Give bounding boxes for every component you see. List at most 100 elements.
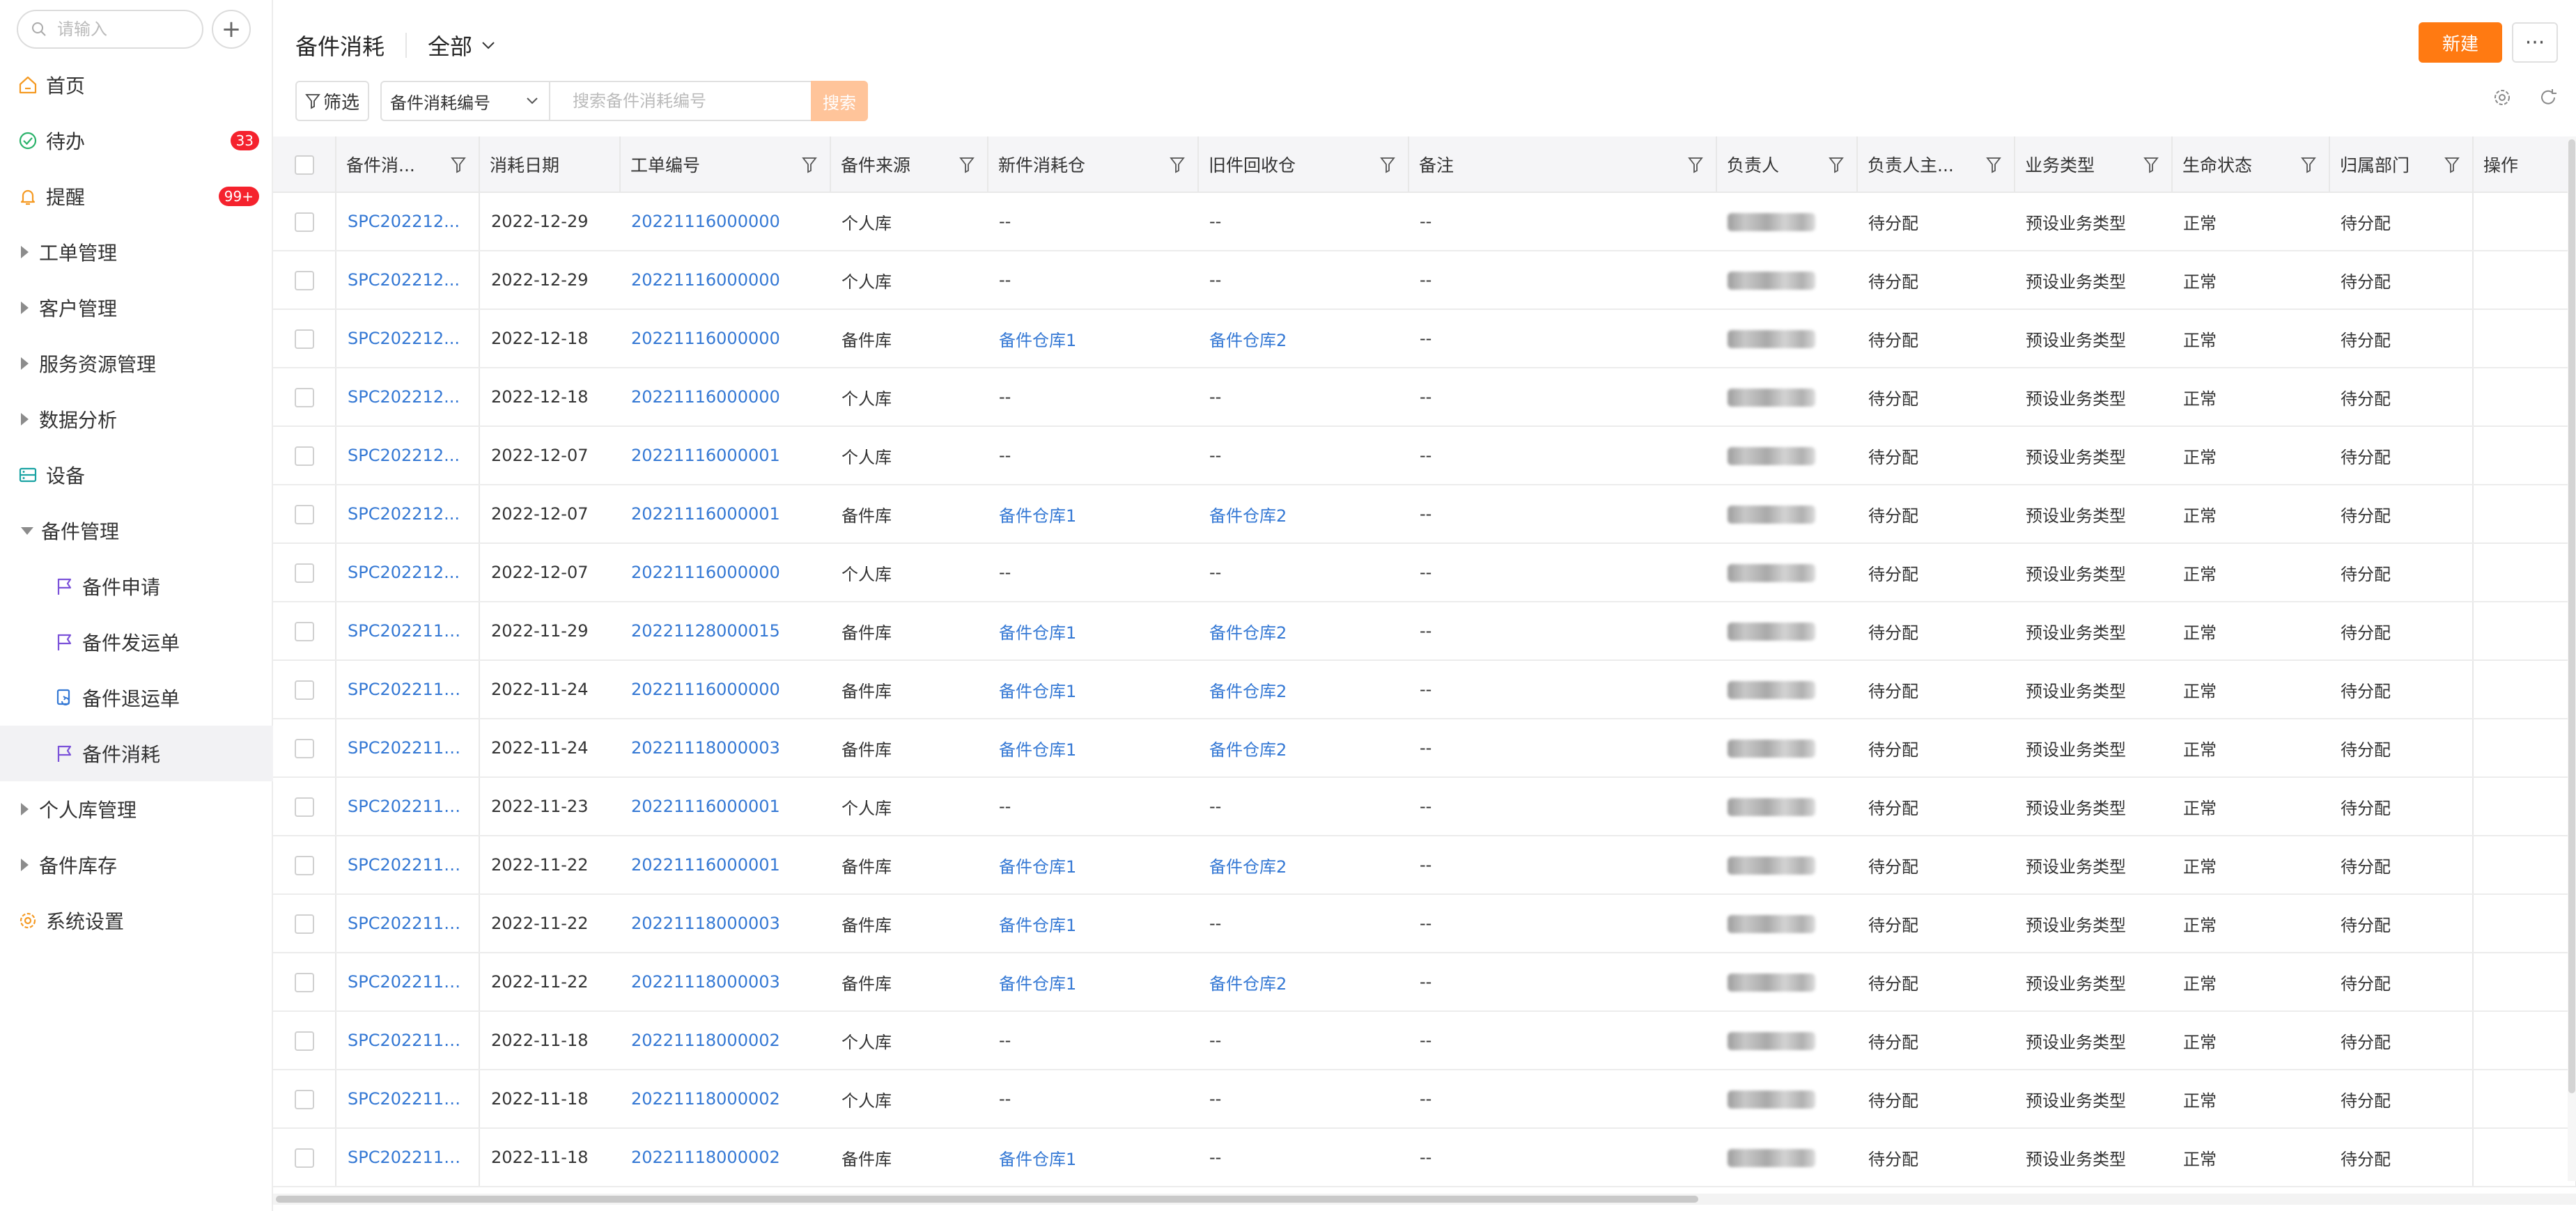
- column-header[interactable]: 负责人: [1716, 136, 1858, 193]
- select-all-checkbox[interactable]: [294, 155, 314, 175]
- filter-icon[interactable]: [2301, 156, 2316, 178]
- cell-id[interactable]: SPC202212...: [336, 192, 480, 251]
- column-header[interactable]: 业务类型: [2015, 136, 2173, 193]
- table-row[interactable]: SPC202212... 2022-12-07 20221116000001 个人库 -…: [273, 426, 2576, 485]
- sidebar-item-4[interactable]: 工单管理: [0, 224, 273, 280]
- sidebar-item-8[interactable]: 设备: [0, 447, 273, 503]
- column-header[interactable]: 旧件回收仓: [1198, 136, 1409, 193]
- cell-order[interactable]: 20221116000000: [620, 192, 830, 251]
- column-header[interactable]: 备注: [1409, 136, 1717, 193]
- column-header[interactable]: 归属部门: [2329, 136, 2474, 193]
- cell-order[interactable]: 20221118000003: [620, 894, 830, 953]
- table-row[interactable]: SPC2022112... 2022-11-23 20221116000001 个人库…: [273, 777, 2576, 836]
- cell-id[interactable]: SPC2022111...: [336, 1011, 480, 1070]
- cell-id[interactable]: SPC202212...: [336, 426, 480, 485]
- cell-old_wh[interactable]: 备件仓库2: [1198, 719, 1409, 778]
- table-row[interactable]: SPC2022112... 2022-11-29 20221128000015 备件库…: [273, 602, 2576, 661]
- sidebar-search-box[interactable]: [17, 10, 203, 49]
- cell-new_wh[interactable]: 备件仓库1: [988, 485, 1198, 544]
- table-row[interactable]: SPC2022112... 2022-11-22 20221118000003 备件库…: [273, 953, 2576, 1012]
- cell-order[interactable]: 20221116000001: [620, 426, 830, 485]
- row-checkbox[interactable]: [294, 329, 314, 349]
- filter-icon[interactable]: [451, 156, 466, 178]
- cell-new_wh[interactable]: 备件仓库1: [988, 309, 1198, 368]
- cell-id[interactable]: SPC202212...: [336, 543, 480, 602]
- sidebar-item-12[interactable]: 备件退运单: [0, 670, 273, 726]
- cell-new_wh[interactable]: 备件仓库1: [988, 660, 1198, 719]
- row-checkbox[interactable]: [294, 1148, 314, 1168]
- refresh-icon[interactable]: [2538, 88, 2558, 107]
- column-header[interactable]: 负责人主...: [1857, 136, 2015, 193]
- cell-id[interactable]: SPC2022111...: [336, 1070, 480, 1129]
- cell-id[interactable]: SPC202212...: [336, 251, 480, 310]
- filter-icon[interactable]: [2143, 156, 2159, 178]
- column-header[interactable]: 消耗日期: [479, 136, 621, 193]
- cell-old_wh[interactable]: 备件仓库2: [1198, 660, 1409, 719]
- sidebar-item-10[interactable]: 备件申请: [0, 558, 273, 614]
- row-checkbox[interactable]: [294, 738, 314, 758]
- cell-new_wh[interactable]: 备件仓库1: [988, 602, 1198, 661]
- cell-old_wh[interactable]: 备件仓库2: [1198, 953, 1409, 1012]
- sidebar-item-2[interactable]: 待办 33: [0, 113, 273, 169]
- sidebar-search-input[interactable]: [56, 19, 198, 40]
- cell-new_wh[interactable]: 备件仓库1: [988, 719, 1198, 778]
- sidebar-item-9[interactable]: 备件管理: [0, 503, 273, 558]
- filter-button[interactable]: 筛选: [295, 81, 370, 121]
- column-header[interactable]: 备件来源: [830, 136, 988, 193]
- search-field-select[interactable]: 备件消耗编号: [380, 81, 550, 121]
- sidebar-item-5[interactable]: 客户管理: [0, 280, 273, 336]
- sidebar-item-11[interactable]: 备件发运单: [0, 614, 273, 670]
- row-checkbox[interactable]: [294, 914, 314, 934]
- column-header[interactable]: 工单编号: [620, 136, 831, 193]
- column-header[interactable]: 操作: [2473, 136, 2576, 193]
- search-input[interactable]: [571, 91, 791, 111]
- cell-old_wh[interactable]: 备件仓库2: [1198, 602, 1409, 661]
- column-header[interactable]: 生命状态: [2172, 136, 2330, 193]
- column-header[interactable]: 备件消...: [336, 136, 480, 193]
- table-row[interactable]: SPC2022111... 2022-11-18 20221118000002 备件库…: [273, 1128, 2576, 1187]
- cell-order[interactable]: 20221116000001: [620, 777, 830, 836]
- cell-order[interactable]: 20221118000002: [620, 1128, 830, 1187]
- cell-old_wh[interactable]: 备件仓库2: [1198, 309, 1409, 368]
- cell-order[interactable]: 20221118000003: [620, 719, 830, 778]
- table-row[interactable]: SPC2022111... 2022-11-18 20221118000002 个人库…: [273, 1070, 2576, 1129]
- table-row[interactable]: SPC202212... 2022-12-29 20221116000000 个人库 -…: [273, 251, 2576, 310]
- filter-icon[interactable]: [1380, 156, 1395, 178]
- settings-icon[interactable]: [2492, 88, 2512, 107]
- cell-new_wh[interactable]: 备件仓库1: [988, 894, 1198, 953]
- filter-icon[interactable]: [2444, 156, 2460, 178]
- cell-id[interactable]: SPC2022112...: [336, 894, 480, 953]
- table-row[interactable]: SPC2022112... 2022-11-24 20221118000003 备件库…: [273, 719, 2576, 778]
- table-row[interactable]: SPC2022112... 2022-11-22 20221118000003 备件库…: [273, 894, 2576, 953]
- row-checkbox[interactable]: [294, 1031, 314, 1051]
- row-checkbox[interactable]: [294, 621, 314, 641]
- cell-id[interactable]: SPC202212...: [336, 485, 480, 544]
- cell-order[interactable]: 20221116000001: [620, 485, 830, 544]
- cell-old_wh[interactable]: 备件仓库2: [1198, 485, 1409, 544]
- scope-dropdown[interactable]: 全部: [428, 29, 497, 61]
- horizontal-scrollbar[interactable]: [273, 1194, 2576, 1205]
- cell-id[interactable]: SPC2022111...: [336, 1128, 480, 1187]
- add-button[interactable]: +: [212, 10, 251, 49]
- sidebar-item-6[interactable]: 服务资源管理: [0, 336, 273, 391]
- row-checkbox[interactable]: [294, 563, 314, 583]
- cell-id[interactable]: SPC2022112...: [336, 836, 480, 895]
- table-row[interactable]: SPC202212... 2022-12-18 20221116000000 备件库备…: [273, 309, 2576, 368]
- horizontal-scroll-thumb[interactable]: [276, 1196, 1698, 1203]
- row-checkbox[interactable]: [294, 680, 314, 700]
- vertical-scrollbar[interactable]: [2568, 136, 2576, 1181]
- table-row[interactable]: SPC202212... 2022-12-29 20221116000000 个人库 -…: [273, 192, 2576, 251]
- sidebar-item-14[interactable]: 个人库管理: [0, 781, 273, 837]
- filter-icon[interactable]: [1688, 156, 1703, 178]
- cell-id[interactable]: SPC2022112...: [336, 777, 480, 836]
- cell-new_wh[interactable]: 备件仓库1: [988, 1128, 1198, 1187]
- cell-id[interactable]: SPC2022112...: [336, 719, 480, 778]
- sidebar-item-15[interactable]: 备件库存: [0, 837, 273, 893]
- cell-id[interactable]: SPC2022112...: [336, 602, 480, 661]
- cell-order[interactable]: 20221116000001: [620, 836, 830, 895]
- row-checkbox[interactable]: [294, 446, 314, 466]
- sidebar-item-7[interactable]: 数据分析: [0, 391, 273, 447]
- table-row[interactable]: SPC2022111... 2022-11-18 20221118000002 个人库…: [273, 1011, 2576, 1070]
- cell-order[interactable]: 20221116000000: [620, 543, 830, 602]
- row-checkbox[interactable]: [294, 504, 314, 524]
